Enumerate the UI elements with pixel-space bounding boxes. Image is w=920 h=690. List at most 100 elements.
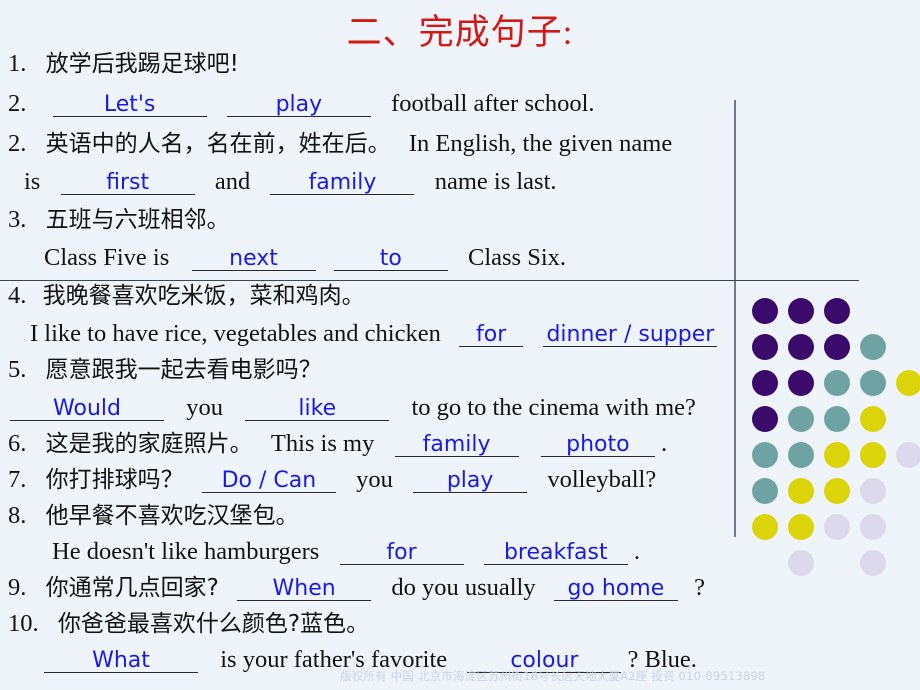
item-1-english-post: football after school. (391, 90, 595, 117)
item-4-chinese: 我晚餐喜欢吃米饭，菜和鸡肉。 (42, 283, 365, 309)
item-8-english-row: He doesn't like hamburgers for breakfast… (52, 538, 641, 566)
item-3-chinese: 五班与六班相邻。 (45, 207, 230, 233)
item-2-english-pre: is (24, 168, 41, 195)
answer-blank-for-breakfast[interactable]: for (339, 541, 464, 566)
answer-blank-dinner-supper[interactable]: dinner / supper (543, 323, 718, 348)
answer-blank-first[interactable]: first (60, 171, 195, 196)
page-title: 二、完成句子: (346, 13, 574, 52)
answer-blank-family-photo[interactable]: family (394, 433, 519, 458)
decorative-dot (788, 550, 814, 576)
item-7-row: 7. 你打排球吗？ Do / Can you play volleyball? (8, 466, 657, 494)
decorative-dot (788, 442, 814, 468)
item-3-english-pre: Class Five is (44, 244, 170, 271)
decorative-dot (860, 370, 886, 396)
decorative-dot (752, 370, 778, 396)
item-6-english-pre: This is my (270, 430, 375, 457)
item-8-number: 8. (8, 502, 27, 529)
item-3-english-post: Class Six. (468, 244, 567, 271)
item-8-english-pre: He doesn't like hamburgers (52, 538, 320, 565)
answer-blank-play[interactable]: play (226, 93, 371, 118)
item-8-english-post: . (633, 538, 641, 565)
item-10-chinese-row: 10. 你爸爸最喜欢什么颜色?蓝色。 (8, 610, 370, 637)
answer-blank-would[interactable]: Would (10, 397, 164, 422)
item-5-number: 5. (8, 356, 27, 383)
item-7-english-post: volleyball? (547, 466, 657, 493)
footer-watermark: 版权所有 中国·北京市海淀区苏州街18号长远天地大厦A2座 投资 010-895… (340, 669, 766, 683)
item-9-chinese: 你通常几点回家? (45, 575, 219, 601)
item-2-english-mid: and (214, 168, 251, 195)
item-9-english-mid: do you usually (391, 574, 536, 601)
decorative-dot (788, 370, 814, 396)
answer-blank-to[interactable]: to (333, 247, 448, 272)
item-4-english-pre: I like to have rice, vegetables and chic… (30, 320, 441, 347)
item-2-chinese-row: 2. 英语中的人名，名在前，姓在后。 In English, the given… (8, 131, 672, 157)
item-6-chinese: 这是我的家庭照片。 (45, 431, 253, 457)
answer-blank-family-name[interactable]: family (270, 171, 415, 196)
item-1-english-number: 2. (8, 90, 27, 117)
item-5-english-post: to go to the cinema with me? (411, 394, 696, 421)
item-1-chinese: 放学后我踢足球吧! (45, 51, 239, 77)
answer-blank-play-volleyball[interactable]: play (413, 469, 528, 494)
item-5-english-row: Would you like to go to the cinema with … (10, 394, 696, 422)
item-8-chinese-row: 8. 他早餐不喜欢吃汉堡包。 (8, 502, 299, 529)
item-3-english-row: Class Five is next to Class Six. (44, 244, 567, 272)
item-6-number: 6. (8, 430, 27, 457)
answer-blank-go-home[interactable]: go home (553, 577, 678, 602)
answer-blank-for-dinner[interactable]: for (459, 323, 524, 348)
decorative-dot (896, 442, 920, 468)
decorative-dot (824, 442, 850, 468)
item-5-chinese-row: 5. 愿意跟我一起去看电影吗？ (8, 356, 322, 383)
decorative-dot (752, 478, 778, 504)
item-6-row: 6. 这是我的家庭照片。 This is my family photo . (8, 430, 667, 458)
answer-blank-breakfast[interactable]: breakfast (483, 541, 628, 566)
decorative-dot (788, 334, 814, 360)
item-3-number: 3. (8, 206, 27, 233)
decorative-dot (752, 442, 778, 468)
item-7-number: 7. (8, 466, 27, 493)
answer-blank-when[interactable]: When (237, 577, 372, 602)
decorative-dot (860, 514, 886, 540)
decorative-dot (824, 478, 850, 504)
decorative-dot (824, 514, 850, 540)
item-1-number: 1. (8, 50, 27, 77)
item-10-number: 10. (8, 610, 39, 637)
item-8-chinese: 他早餐不喜欢吃汉堡包。 (45, 503, 299, 529)
decorative-dot (860, 406, 886, 432)
item-2-english-post: name is last. (434, 168, 557, 195)
answer-blank-lets[interactable]: Let's (52, 93, 207, 118)
answer-blank-what[interactable]: What (44, 649, 198, 674)
slide-canvas: 二、完成句子: 1. 放学后我踢足球吧! 2. Let's play footb… (0, 0, 920, 690)
item-7-chinese: 你打排球吗？ (45, 467, 184, 493)
answer-blank-do-can[interactable]: Do / Can (201, 469, 336, 494)
decorative-dot (752, 514, 778, 540)
decorative-dot (860, 550, 886, 576)
item-5-english-mid: you (186, 394, 223, 421)
decorative-dot (752, 406, 778, 432)
decorative-dot-grid (752, 298, 920, 576)
decorative-dot (788, 406, 814, 432)
item-5-chinese: 愿意跟我一起去看电影吗？ (45, 357, 322, 383)
decorative-dot (824, 298, 850, 324)
decorative-dot (860, 334, 886, 360)
decorative-dot (752, 298, 778, 324)
decorative-dot (788, 514, 814, 540)
item-4-chinese-row: 4. 我晚餐喜欢吃米饭，菜和鸡肉。 (8, 283, 365, 309)
decorative-dot (824, 334, 850, 360)
answer-blank-photo[interactable]: photo (540, 433, 655, 458)
answer-blank-next[interactable]: next (191, 247, 316, 272)
answer-blank-like[interactable]: like (245, 397, 390, 422)
item-9-row: 9. 你通常几点回家? When do you usually go home … (8, 574, 705, 602)
vertical-divider-rule (734, 100, 736, 537)
item-10-chinese: 你爸爸最喜欢什么颜色?蓝色。 (57, 611, 370, 637)
decorative-dot (896, 370, 920, 396)
decorative-dot (860, 442, 886, 468)
item-9-english-post: ? (694, 574, 705, 601)
item-2-english-row: is first and family name is last. (24, 168, 557, 196)
item-1-chinese-row: 1. 放学后我踢足球吧! (8, 50, 239, 77)
item-9-number: 9. (8, 574, 27, 601)
item-4-english-row: I like to have rice, vegetables and chic… (30, 320, 718, 348)
decorative-dot (788, 298, 814, 324)
item-1-english-row: 2. Let's play football after school. (8, 90, 595, 118)
item-2-chinese: 英语中的人名，名在前，姓在后。 (45, 131, 391, 157)
decorative-dot (824, 406, 850, 432)
